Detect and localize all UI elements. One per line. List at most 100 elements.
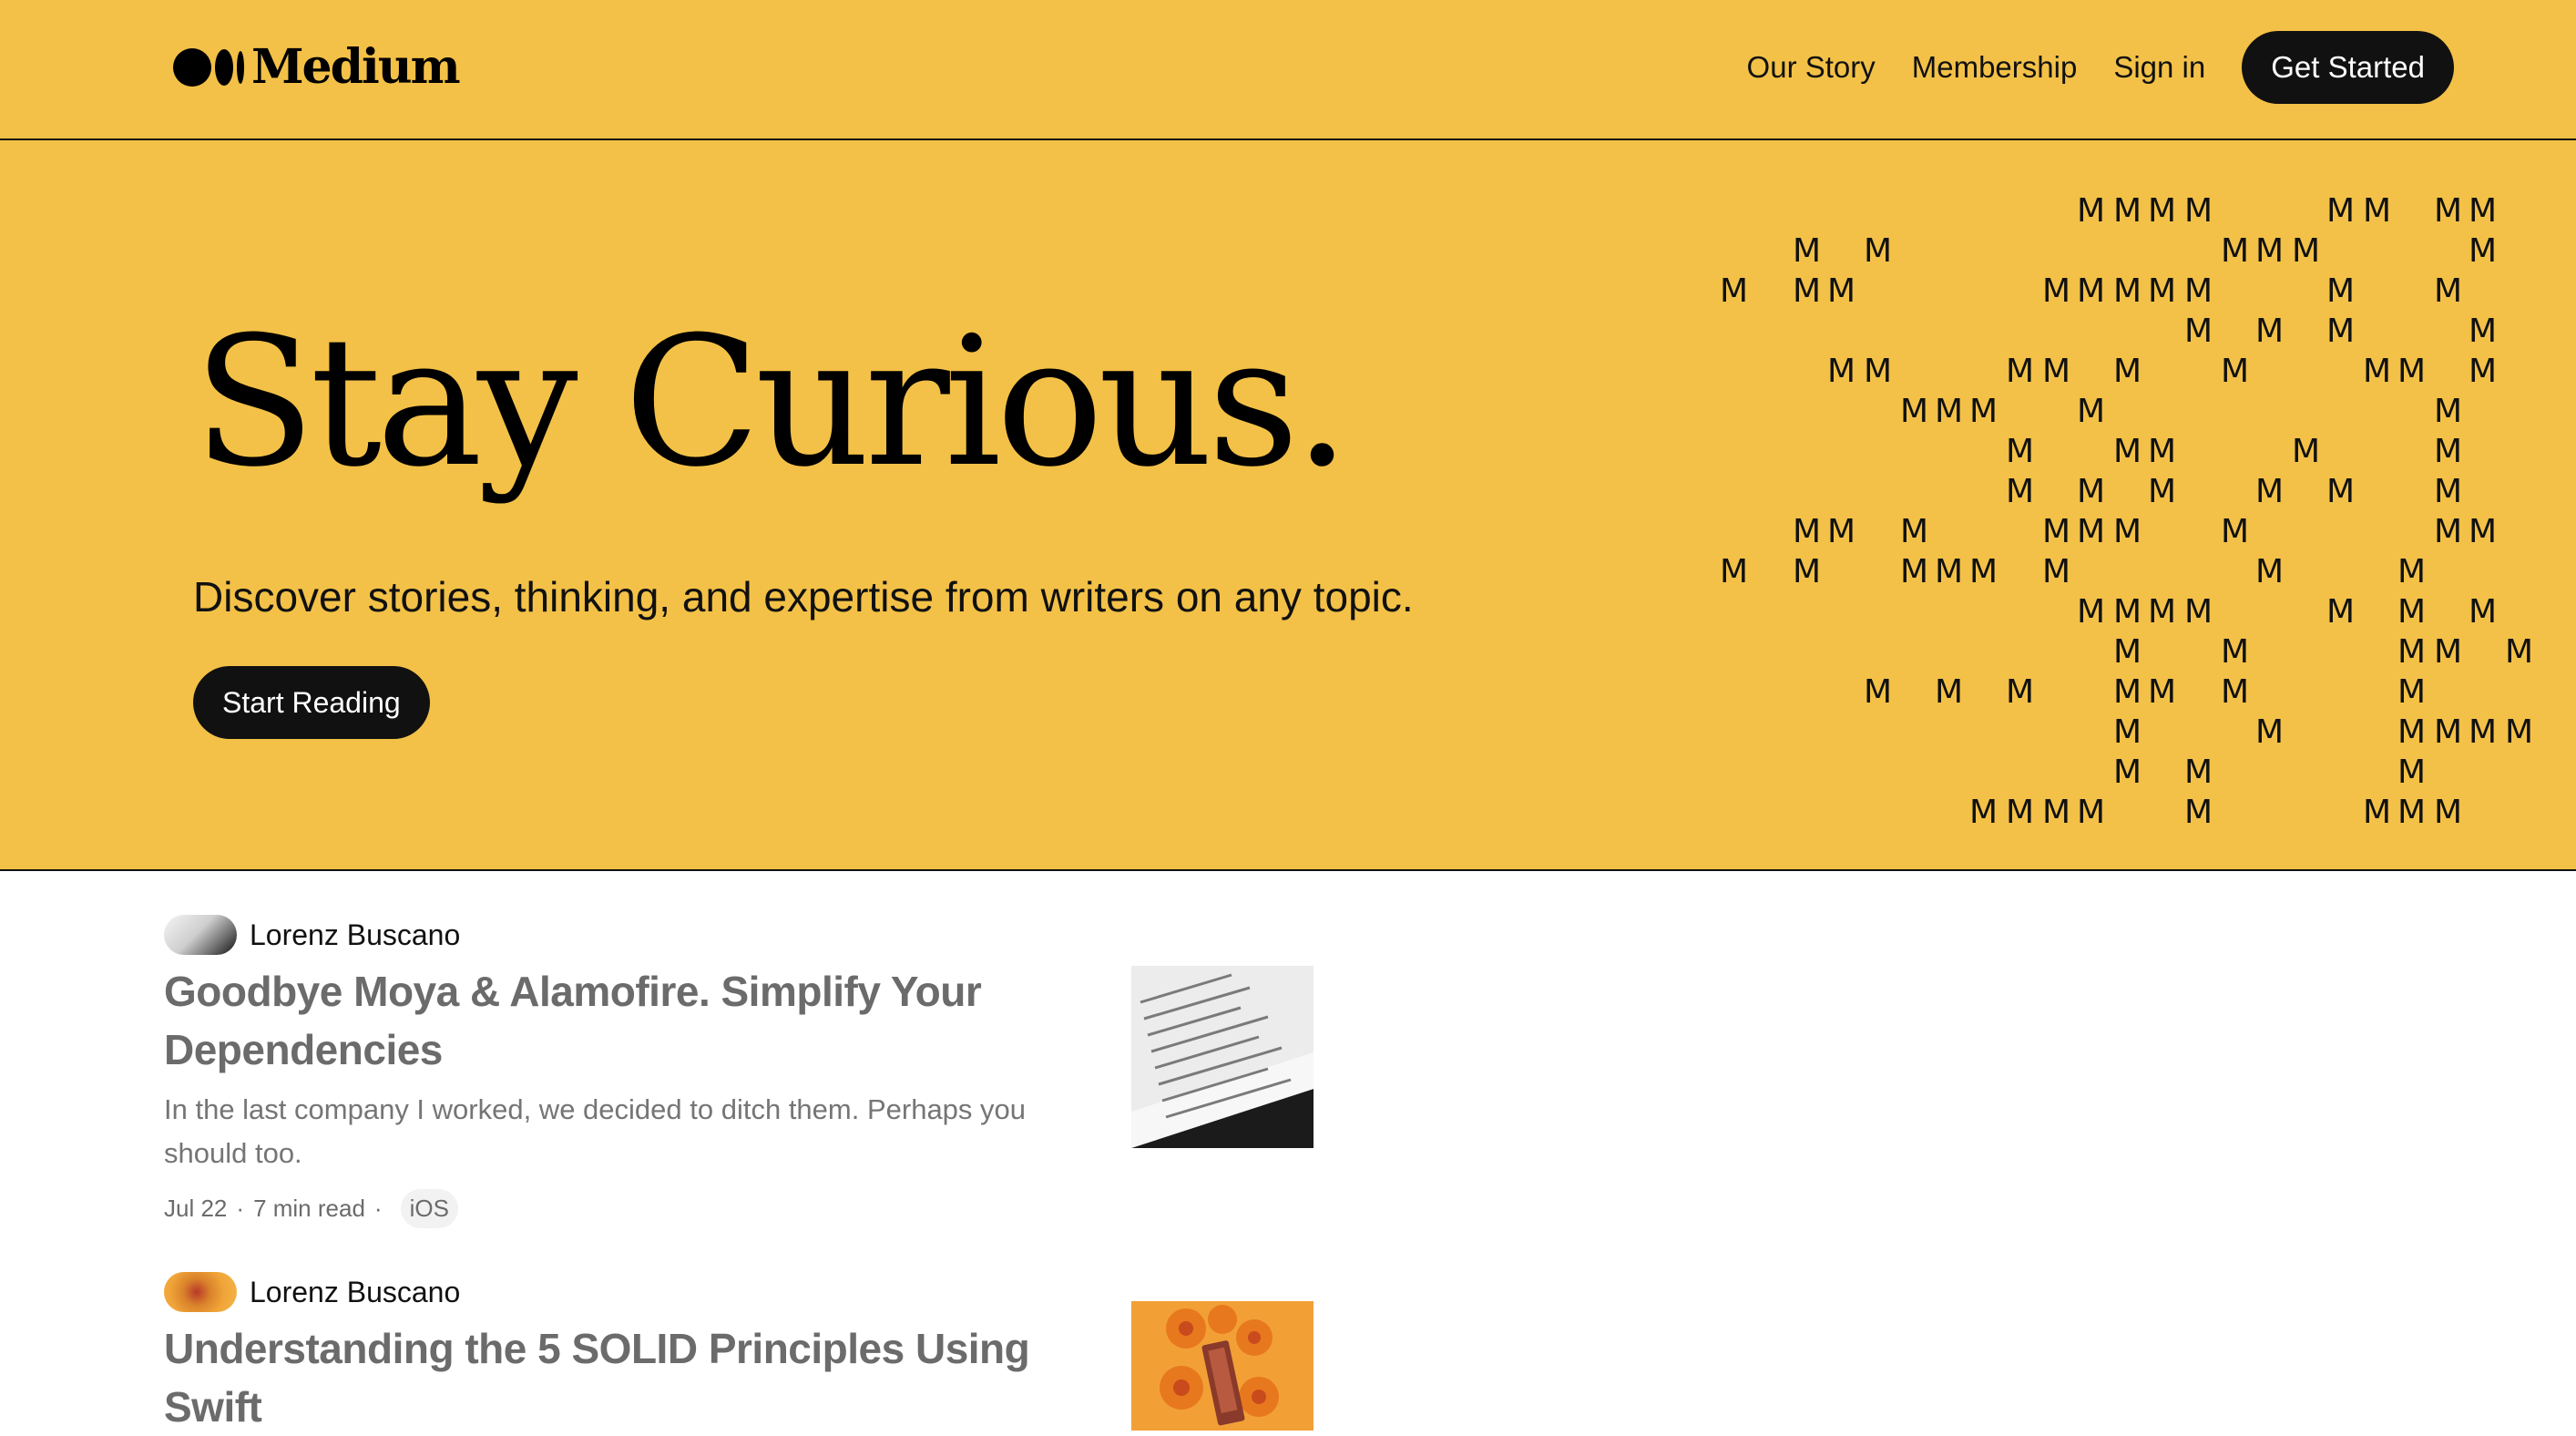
hero-m-glyph: M bbox=[2184, 754, 2213, 791]
hero-m-glyph: M bbox=[2148, 473, 2177, 510]
hero-m-glyph: M bbox=[2397, 754, 2427, 791]
author-name[interactable]: Lorenz Buscano bbox=[250, 1276, 460, 1309]
hero-m-glyph: M bbox=[2469, 313, 2498, 350]
hero-m-glyph: M bbox=[2077, 794, 2106, 831]
nav-link-our-story[interactable]: Our Story bbox=[1747, 50, 1876, 85]
story-thumbnail[interactable] bbox=[1131, 1301, 1314, 1431]
story-meta: Jul 22 · 7 min read · iOS bbox=[164, 1186, 1321, 1230]
author-row: Lorenz Buscano bbox=[164, 915, 1321, 955]
hero-m-glyph: M bbox=[2221, 633, 2250, 671]
hero-m-glyph: M bbox=[1969, 794, 1998, 831]
story-title[interactable]: Understanding the 5 SOLID Principles Usi… bbox=[164, 1319, 1102, 1436]
hero-m-glyph: M bbox=[1900, 513, 1929, 550]
hero-m-glyph: M bbox=[1720, 272, 1749, 310]
hero-m-glyph: M bbox=[1969, 393, 1998, 430]
hero-m-glyph: M bbox=[2397, 794, 2427, 831]
hero-m-glyph: M bbox=[2184, 794, 2213, 831]
start-reading-button[interactable]: Start Reading bbox=[193, 666, 430, 739]
story-excerpt[interactable]: In the last company I worked, we decided… bbox=[164, 1088, 1102, 1175]
hero-m-glyph: M bbox=[1827, 353, 1856, 390]
hero-m-glyph: M bbox=[1827, 272, 1856, 310]
hero-m-glyph: M bbox=[2434, 794, 2463, 831]
hero-m-glyph: M bbox=[2006, 473, 2035, 510]
hero-m-glyph: M bbox=[2469, 593, 2498, 631]
hero-m-glyph: M bbox=[2397, 713, 2427, 751]
hero-m-glyph: M bbox=[1969, 553, 1998, 590]
hero-m-glyph: M bbox=[2434, 272, 2463, 310]
logo-wordmark: Medium bbox=[251, 39, 461, 95]
hero-m-glyph: M bbox=[2505, 713, 2534, 751]
hero-m-glyph: M bbox=[2148, 192, 2177, 230]
hero-m-glyph: M bbox=[2113, 673, 2142, 711]
hero-m-glyph: M bbox=[2077, 473, 2106, 510]
hero-m-glyph: M bbox=[2434, 433, 2463, 470]
hero-m-glyph: M bbox=[1864, 353, 1893, 390]
hero-m-glyph: M bbox=[2148, 673, 2177, 711]
hero-m-glyph: M bbox=[2434, 473, 2463, 510]
hero-m-glyph: M bbox=[2255, 232, 2285, 270]
medium-logo-icon bbox=[173, 48, 244, 87]
nav-link-sign-in[interactable]: Sign in bbox=[2113, 50, 2205, 85]
hero-m-glyph: M bbox=[2148, 433, 2177, 470]
hero-m-glyph: M bbox=[2434, 633, 2463, 671]
hero-m-glyph: M bbox=[2184, 192, 2213, 230]
hero-m-glyph: M bbox=[2255, 473, 2285, 510]
story-thumbnail[interactable] bbox=[1131, 966, 1314, 1148]
nav-link-membership[interactable]: Membership bbox=[1912, 50, 2078, 85]
hero-m-glyph: M bbox=[2505, 633, 2534, 671]
hero-m-glyph: M bbox=[2006, 433, 2035, 470]
hero-m-glyph: M bbox=[2255, 313, 2285, 350]
story-read-time: 7 min read bbox=[253, 1194, 365, 1222]
hero-m-glyph: M bbox=[2469, 192, 2498, 230]
author-avatar[interactable] bbox=[164, 1272, 237, 1312]
hero-m-glyph: M bbox=[2397, 593, 2427, 631]
hero-m-glyph: M bbox=[2006, 673, 2035, 711]
story-tag[interactable]: iOS bbox=[400, 1188, 458, 1228]
hero-m-glyph: M bbox=[2469, 232, 2498, 270]
hero-m-glyph: M bbox=[1827, 513, 1856, 550]
hero-m-glyph: M bbox=[1900, 553, 1929, 590]
hero-m-glyph: M bbox=[1935, 553, 1964, 590]
hero-m-glyph: M bbox=[2397, 353, 2427, 390]
hero-m-glyph: M bbox=[2434, 713, 2463, 751]
hero-section: MMMMMMMMMMMMMMMMMMMMMMMMMMMMMMMMMMMMMMMM… bbox=[0, 140, 2576, 871]
hero-m-glyph: M bbox=[1793, 553, 1822, 590]
hero-m-glyph: M bbox=[2326, 192, 2356, 230]
hero-m-glyph: M bbox=[2397, 553, 2427, 590]
get-started-button[interactable]: Get Started bbox=[2242, 31, 2454, 104]
hero-m-glyph: M bbox=[2434, 513, 2463, 550]
hero-m-glyph: M bbox=[2469, 513, 2498, 550]
medium-logo[interactable]: Medium bbox=[173, 36, 461, 98]
hero-m-glyph: M bbox=[2397, 633, 2427, 671]
hero-m-glyph: M bbox=[2326, 593, 2356, 631]
hero-m-glyph: M bbox=[2469, 713, 2498, 751]
hero-m-glyph: M bbox=[1864, 232, 1893, 270]
author-avatar[interactable] bbox=[164, 915, 237, 955]
flowers-image bbox=[1131, 1301, 1314, 1431]
story-date: Jul 22 bbox=[164, 1194, 228, 1222]
header-nav: Our Story Membership Sign in Get Started bbox=[1747, 31, 2454, 104]
hero-m-glyph: M bbox=[1793, 272, 1822, 310]
hero-m-glyph: M bbox=[2077, 513, 2106, 550]
author-name[interactable]: Lorenz Buscano bbox=[250, 918, 460, 952]
hero-m-glyph: M bbox=[2434, 393, 2463, 430]
hero-m-glyph: M bbox=[1793, 232, 1822, 270]
hero-m-glyph: M bbox=[2326, 473, 2356, 510]
hero-m-glyph: M bbox=[2077, 593, 2106, 631]
hero-m-glyph: M bbox=[2042, 513, 2071, 550]
hero-m-glyph: M bbox=[2434, 192, 2463, 230]
hero-m-glyph: M bbox=[2221, 353, 2250, 390]
hero-m-glyph: M bbox=[2363, 794, 2392, 831]
hero-m-glyph: M bbox=[2077, 192, 2106, 230]
hero-m-glyph: M bbox=[1864, 673, 1893, 711]
hero-m-glyph: M bbox=[1720, 553, 1749, 590]
hero-m-glyph: M bbox=[2397, 673, 2427, 711]
hero-m-glyph: M bbox=[2292, 433, 2321, 470]
hero-m-glyph: M bbox=[2326, 272, 2356, 310]
top-nav-bar: Medium Our Story Membership Sign in Get … bbox=[0, 0, 2576, 140]
hero-m-glyph: M bbox=[2184, 272, 2213, 310]
hero-m-glyph: M bbox=[2113, 513, 2142, 550]
hero-m-glyph: M bbox=[1900, 393, 1929, 430]
story-title[interactable]: Goodbye Moya & Alamofire. Simplify Your … bbox=[164, 962, 1102, 1079]
hero-subtitle: Discover stories, thinking, and expertis… bbox=[193, 573, 1414, 621]
